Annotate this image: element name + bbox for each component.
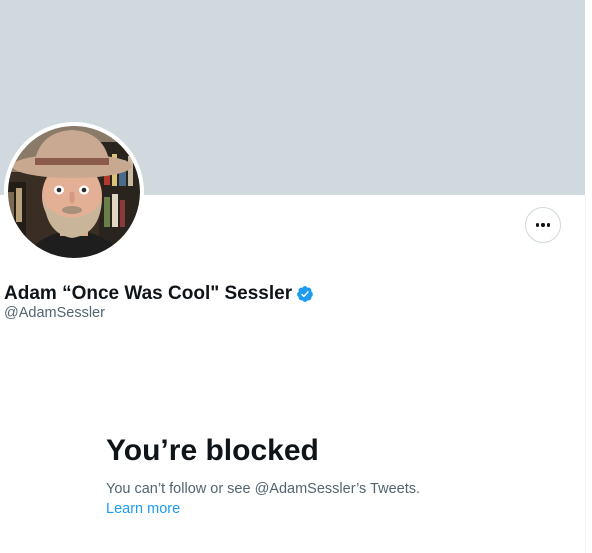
more-options-button[interactable]: [525, 207, 561, 243]
learn-more-link[interactable]: Learn more: [106, 501, 180, 517]
verified-badge-icon: [296, 285, 314, 303]
more-options-icon: [535, 223, 552, 227]
blocked-title: You’re blocked: [106, 434, 319, 467]
profile-page: Adam “Once Was Cool" Sessler @AdamSessle…: [0, 0, 592, 553]
display-name: Adam “Once Was Cool" Sessler: [4, 283, 293, 304]
avatar[interactable]: [4, 122, 144, 262]
profile-handle: @AdamSessler: [4, 305, 105, 321]
blocked-description: You can’t follow or see @AdamSessler’s T…: [106, 481, 421, 497]
column-divider: [585, 195, 586, 553]
profile-name-row: Adam “Once Was Cool" Sessler: [4, 281, 314, 307]
profile-photo: [4, 122, 144, 262]
